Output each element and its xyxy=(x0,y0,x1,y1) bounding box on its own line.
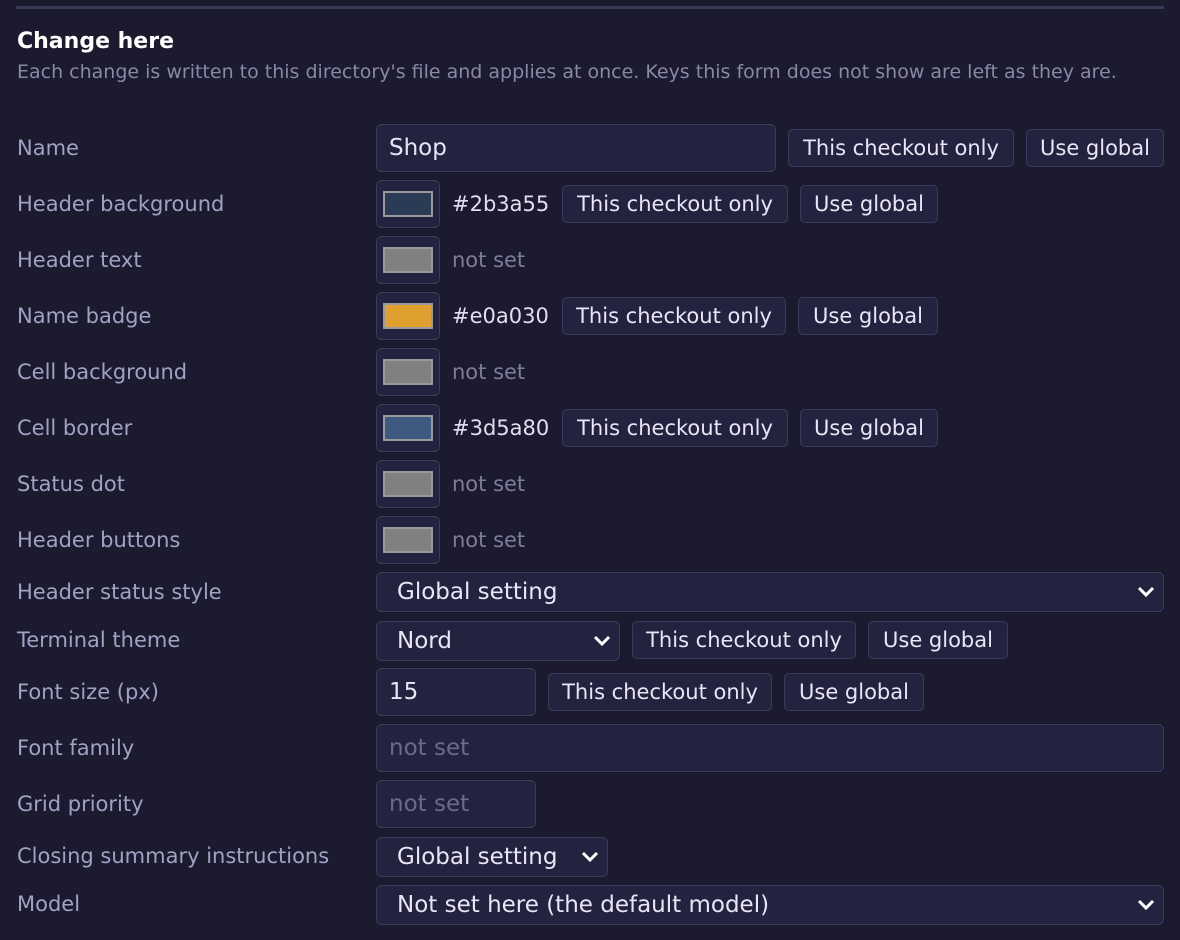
cell-border-label: Cell border xyxy=(17,416,133,440)
header-text-label: Header text xyxy=(17,248,142,272)
header-background-color-picker[interactable] xyxy=(376,180,440,228)
cell-background-value: not set xyxy=(452,360,526,384)
closing-summary-select[interactable]: Global setting xyxy=(376,837,608,877)
cell-background-label: Cell background xyxy=(17,360,188,384)
grid-priority-input[interactable]: not set xyxy=(376,780,536,828)
section-title: Change here xyxy=(17,29,174,54)
color-swatch xyxy=(383,247,433,273)
color-swatch xyxy=(383,471,433,497)
font-size-input[interactable]: 15 xyxy=(376,668,536,716)
font-family-placeholder: not set xyxy=(389,735,470,761)
header-status-style-select[interactable]: Global setting xyxy=(376,572,1164,612)
name-use-global-button[interactable]: Use global xyxy=(1026,129,1164,167)
name-badge-color-picker[interactable] xyxy=(376,292,440,340)
name-badge-label: Name badge xyxy=(17,304,152,328)
font-size-this-checkout-only-button[interactable]: This checkout only xyxy=(548,673,772,711)
model-select[interactable]: Not set here (the default model) xyxy=(376,885,1164,925)
header-buttons-value: not set xyxy=(452,528,526,552)
name-label: Name xyxy=(17,136,79,160)
cell-border-color-picker[interactable] xyxy=(376,404,440,452)
cell-border-value: #3d5a80 xyxy=(452,416,550,440)
cell-border-use-global-button[interactable]: Use global xyxy=(800,409,938,447)
color-swatch xyxy=(383,527,433,553)
cell-background-color-picker[interactable] xyxy=(376,348,440,396)
header-buttons-color-picker[interactable] xyxy=(376,516,440,564)
status-dot-color-picker[interactable] xyxy=(376,460,440,508)
header-text-value: not set xyxy=(452,248,526,272)
model-label: Model xyxy=(17,892,81,916)
model-selected: Not set here (the default model) xyxy=(397,892,770,918)
name-badge-this-checkout-only-button[interactable]: This checkout only xyxy=(562,297,786,335)
font-family-label: Font family xyxy=(17,736,135,760)
name-this-checkout-only-button[interactable]: This checkout only xyxy=(788,129,1014,167)
section-divider xyxy=(16,6,1164,9)
terminal-theme-selected: Nord xyxy=(397,628,452,654)
grid-priority-placeholder: not set xyxy=(389,791,470,817)
chevron-down-icon xyxy=(1137,586,1155,598)
color-swatch xyxy=(383,191,433,217)
name-badge-value: #e0a030 xyxy=(452,304,549,328)
name-input[interactable]: Shop xyxy=(376,124,776,172)
header-background-label: Header background xyxy=(17,192,225,216)
font-size-label: Font size (px) xyxy=(17,680,159,704)
color-swatch xyxy=(383,303,433,329)
font-size-use-global-button[interactable]: Use global xyxy=(784,673,924,711)
header-status-style-selected: Global setting xyxy=(397,579,558,605)
header-background-this-checkout-only-button[interactable]: This checkout only xyxy=(562,185,788,223)
header-background-value: #2b3a55 xyxy=(452,192,550,216)
chevron-down-icon xyxy=(1137,899,1155,911)
terminal-theme-this-checkout-only-button[interactable]: This checkout only xyxy=(632,621,856,659)
terminal-theme-label: Terminal theme xyxy=(17,628,181,652)
header-text-color-picker[interactable] xyxy=(376,236,440,284)
chevron-down-icon xyxy=(581,851,599,863)
color-swatch xyxy=(383,415,433,441)
status-dot-label: Status dot xyxy=(17,472,126,496)
status-dot-value: not set xyxy=(452,472,526,496)
terminal-theme-select[interactable]: Nord xyxy=(376,621,620,661)
closing-summary-label: Closing summary instructions xyxy=(17,844,330,868)
header-background-use-global-button[interactable]: Use global xyxy=(800,185,938,223)
section-description: Each change is written to this directory… xyxy=(17,61,1117,83)
closing-summary-selected: Global setting xyxy=(397,844,558,870)
grid-priority-label: Grid priority xyxy=(17,792,144,816)
font-family-input[interactable]: not set xyxy=(376,724,1164,772)
color-swatch xyxy=(383,359,433,385)
chevron-down-icon xyxy=(593,635,611,647)
terminal-theme-use-global-button[interactable]: Use global xyxy=(868,621,1008,659)
name-badge-use-global-button[interactable]: Use global xyxy=(798,297,938,335)
header-status-style-label: Header status style xyxy=(17,580,222,604)
cell-border-this-checkout-only-button[interactable]: This checkout only xyxy=(562,409,788,447)
header-buttons-label: Header buttons xyxy=(17,528,181,552)
